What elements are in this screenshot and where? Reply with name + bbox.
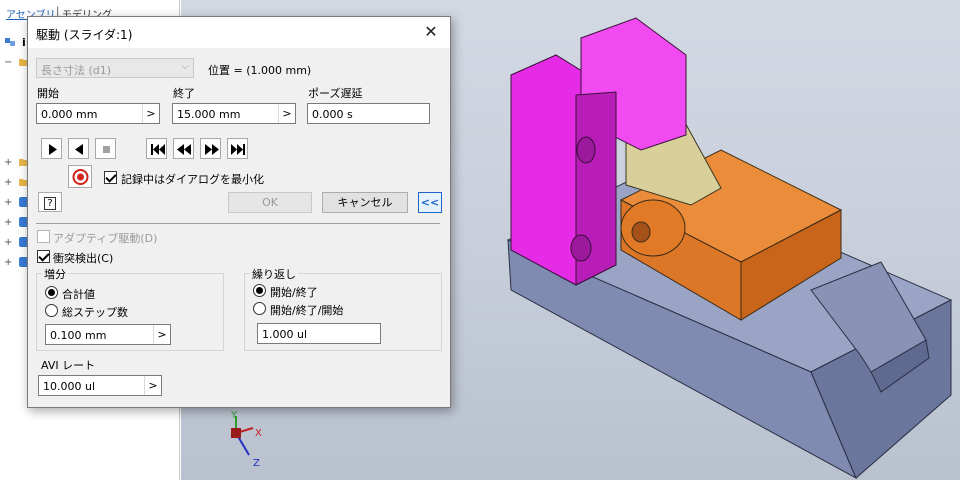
close-button[interactable]: ✕ <box>418 21 444 43</box>
chevron-down-icon: ⌵ <box>181 61 189 72</box>
axis-triad: Y X Z <box>230 410 262 469</box>
increment-total-label: 合計値 <box>62 288 95 301</box>
repeat-start-end-label: 開始/終了 <box>270 286 318 299</box>
avi-rate-expand-button[interactable]: > <box>144 376 161 395</box>
avi-rate-field[interactable]: 10.000 ul > <box>38 375 162 396</box>
end-label: 終了 <box>173 87 195 100</box>
play-forward-icon <box>49 144 57 155</box>
avi-rate-label: AVI レート <box>41 359 96 372</box>
dialog-titlebar[interactable]: 駆動 (スライダ:1) ✕ <box>28 17 450 48</box>
repeat-start-end-start-radio[interactable] <box>253 302 266 315</box>
help-icon: ? <box>44 197 56 210</box>
increment-steps-radio[interactable] <box>45 304 58 317</box>
pause-label: ポーズ遅延 <box>308 87 363 100</box>
increment-field[interactable]: 0.100 mm > <box>45 324 171 345</box>
minimize-while-recording-checkbox[interactable] <box>104 171 117 184</box>
tree-item[interactable]: + <box>4 196 29 210</box>
tree-item[interactable]: + <box>4 216 29 230</box>
stop-icon <box>103 146 110 153</box>
expand-icon[interactable]: + <box>4 178 12 188</box>
stop-button[interactable] <box>95 138 116 159</box>
tree-item[interactable]: + <box>4 156 29 170</box>
assembly-icon <box>4 36 16 48</box>
repeat-field[interactable]: 1.000 ul <box>257 323 381 344</box>
expand-icon[interactable]: + <box>4 198 12 208</box>
dialog-title: 駆動 (スライダ:1) <box>36 28 133 42</box>
repeat-group-title: 繰り返し <box>250 266 298 282</box>
end-expand-button[interactable]: > <box>278 104 295 123</box>
section-divider <box>36 223 440 224</box>
ok-button[interactable]: OK <box>228 192 312 213</box>
go-to-end-button[interactable] <box>227 138 248 159</box>
start-label: 開始 <box>37 87 59 100</box>
position-readout: 位置 = (1.000 mm) <box>208 64 312 77</box>
start-field[interactable]: 0.000 mm > <box>36 103 160 124</box>
step-reverse-button[interactable] <box>173 138 194 159</box>
pause-field[interactable]: 0.000 s <box>307 103 430 124</box>
help-button[interactable]: ? <box>38 192 62 212</box>
tree-root-label: i <box>22 36 26 49</box>
tree-root[interactable]: i <box>4 36 26 50</box>
skip-start-icon <box>151 144 165 155</box>
adaptive-drive-checkbox[interactable] <box>37 230 50 243</box>
tree-item[interactable]: + <box>4 176 29 190</box>
increment-value: 0.100 mm <box>50 329 107 342</box>
end-value: 15.000 mm <box>177 108 241 121</box>
repeat-start-end-start-label: 開始/終了/開始 <box>270 304 344 317</box>
drive-dialog: 駆動 (スライダ:1) ✕ 長さ寸法 (d1) ⌵ 位置 = (1.000 mm… <box>27 16 451 408</box>
increment-group-title: 増分 <box>42 266 68 282</box>
record-icon <box>72 169 89 185</box>
adaptive-drive-label: アダプティブ駆動(D) <box>53 232 158 245</box>
start-value: 0.000 mm <box>41 108 98 121</box>
dimension-combo-value: 長さ寸法 (d1) <box>41 64 112 77</box>
cancel-button[interactable]: キャンセル <box>322 192 408 213</box>
expand-icon[interactable]: + <box>4 158 12 168</box>
increment-total-radio[interactable] <box>45 286 58 299</box>
expand-icon[interactable]: + <box>4 218 12 228</box>
collapse-icon[interactable]: − <box>4 58 12 68</box>
axis-z-label: Z <box>253 458 260 469</box>
repeat-start-end-radio[interactable] <box>253 284 266 297</box>
increment-steps-label: 総ステップ数 <box>62 306 128 319</box>
play-forward-button[interactable] <box>41 138 62 159</box>
step-forward-icon <box>205 144 219 155</box>
step-reverse-icon <box>177 144 191 155</box>
pause-value: 0.000 s <box>312 108 353 121</box>
minimize-while-recording-label: 記録中はダイアログを最小化 <box>121 173 264 186</box>
collision-detection-label: 衝突検出(C) <box>53 252 114 265</box>
tree-item[interactable]: + <box>4 256 29 270</box>
avi-rate-value: 10.000 ul <box>43 380 96 393</box>
tree-item[interactable]: + <box>4 236 29 250</box>
tree-item-origin[interactable]: − <box>4 56 29 70</box>
dimension-combo: 長さ寸法 (d1) ⌵ <box>36 58 194 78</box>
step-forward-button[interactable] <box>200 138 221 159</box>
skip-end-icon <box>231 144 245 155</box>
start-expand-button[interactable]: > <box>142 104 159 123</box>
axis-y-label: Y <box>230 410 238 421</box>
go-to-start-button[interactable] <box>146 138 167 159</box>
end-field[interactable]: 15.000 mm > <box>172 103 296 124</box>
repeat-value: 1.000 ul <box>262 328 308 341</box>
collapse-button[interactable]: << <box>418 192 442 213</box>
increment-expand-button[interactable]: > <box>153 325 170 344</box>
expand-icon[interactable]: + <box>4 258 12 268</box>
expand-icon[interactable]: + <box>4 238 12 248</box>
axis-x-label: X <box>255 428 262 439</box>
play-reverse-icon <box>75 144 83 155</box>
play-reverse-button[interactable] <box>68 138 89 159</box>
collision-detection-checkbox[interactable] <box>37 250 50 263</box>
record-button[interactable] <box>68 165 92 188</box>
